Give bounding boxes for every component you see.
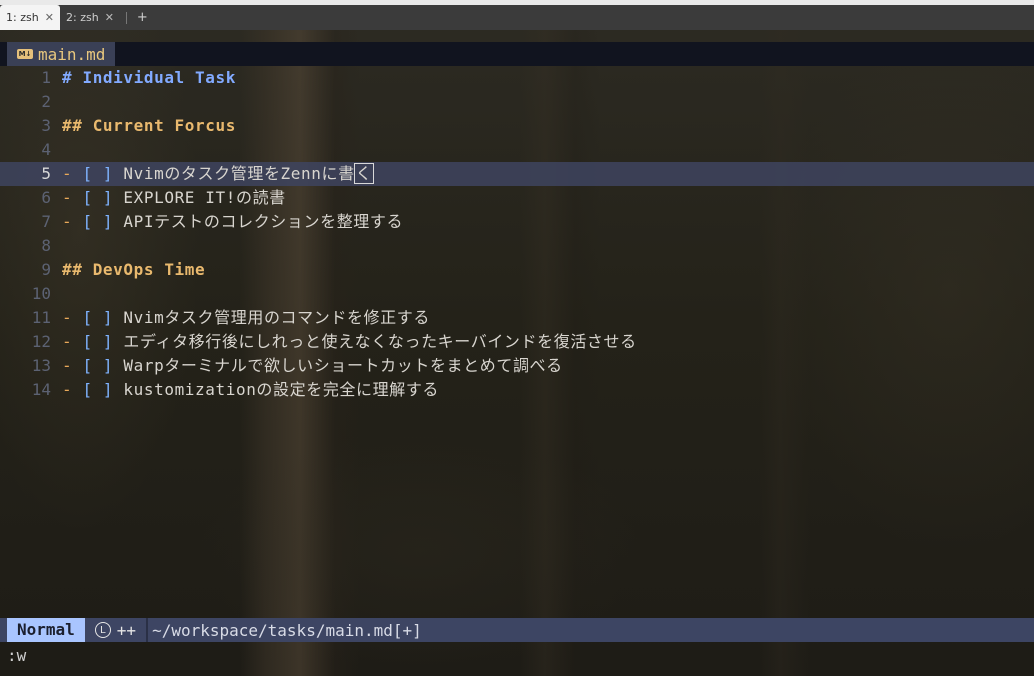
list-bullet: - [62, 188, 73, 207]
terminal-tab-label: 2: zsh [66, 11, 99, 24]
line-number: 11 [31, 308, 51, 327]
line-number: 9 [41, 260, 51, 279]
line-content: # Individual Task [62, 66, 236, 90]
new-tab-button[interactable]: + [133, 10, 152, 25]
line-content: - [ ] EXPLORE IT!の読書 [62, 186, 286, 210]
tab-divider [125, 11, 127, 24]
statusline: Normal L ++ ~/workspace/tasks/main.md[+] [0, 618, 1034, 642]
line-content: - [ ] Nvimのタスク管理をZennに書く [62, 162, 375, 186]
line-number: 8 [41, 236, 51, 255]
editor-line[interactable]: 3 ## Current Forcus [0, 114, 1034, 138]
line-number: 6 [41, 188, 51, 207]
buffer-tab-filename: main.md [38, 44, 106, 64]
editor-line[interactable]: 8 [0, 234, 1034, 258]
buffer-tab-main-md[interactable]: M↓ main.md [7, 42, 116, 66]
task-checkbox[interactable]: [ ] [82, 332, 113, 351]
terminal-tab-bar: 1: zsh ✕ 2: zsh ✕ + [0, 0, 1034, 30]
editor-area[interactable]: 1 # Individual Task 2 3 ## Current Forcus 4 5-… [0, 66, 1034, 402]
line-number: 2 [41, 92, 51, 111]
line-number: 5 [41, 164, 51, 183]
editor-line[interactable]: 9 ## DevOps Time [0, 258, 1034, 282]
task-checkbox[interactable]: [ ] [82, 380, 113, 399]
close-icon[interactable]: ✕ [45, 11, 54, 24]
editor-line[interactable]: 12- [ ] エディタ移行後にしれっと使えなくなったキーバインドを復活させる [0, 330, 1034, 354]
editor-line[interactable]: 7- [ ] APIテストのコレクションを整理する [0, 210, 1034, 234]
line-content: - [ ] Warpターミナルで欲しいショートカットをまとめて調べる [62, 354, 563, 378]
editor-line[interactable]: 11- [ ] Nvimタスク管理用のコマンドを修正する [0, 306, 1034, 330]
line-number: 4 [41, 140, 51, 159]
line-number: 12 [31, 332, 51, 351]
line-number: 10 [31, 284, 51, 303]
task-text: Nvimタスク管理用のコマンドを修正する [123, 308, 430, 327]
task-text: kustomizationの設定を完全に理解する [123, 380, 440, 399]
close-icon[interactable]: ✕ [105, 11, 114, 24]
editor-line[interactable]: 5- [ ] Nvimのタスク管理をZennに書く [0, 162, 1034, 186]
line-content: ## Current Forcus [62, 114, 236, 138]
line-number: 14 [31, 380, 51, 399]
terminal-tab-label: 1: zsh [6, 11, 39, 24]
editor-line[interactable]: 4 [0, 138, 1034, 162]
task-checkbox[interactable]: [ ] [82, 212, 113, 231]
terminal-tab-2[interactable]: 2: zsh ✕ [60, 5, 120, 30]
task-checkbox[interactable]: [ ] [82, 308, 113, 327]
task-text: EXPLORE IT!の読書 [123, 188, 286, 207]
list-bullet: - [62, 164, 73, 183]
task-checkbox[interactable]: [ ] [82, 356, 113, 375]
line-number: 3 [41, 116, 51, 135]
command-line[interactable]: :w [0, 644, 1034, 668]
editor-line[interactable]: 1 # Individual Task [0, 66, 1034, 90]
line-content: - [ ] APIテストのコレクションを整理する [62, 210, 403, 234]
line-content: - [ ] エディタ移行後にしれっと使えなくなったキーバインドを復活させる [62, 330, 637, 354]
task-text: エディタ移行後にしれっと使えなくなったキーバインドを復活させる [123, 332, 637, 351]
lsp-status-text: ++ [116, 620, 137, 640]
list-bullet: - [62, 332, 73, 351]
list-bullet: - [62, 380, 73, 399]
line-number: 1 [41, 68, 51, 87]
editor-line[interactable]: 10 [0, 282, 1034, 306]
markdown-icon: M↓ [17, 49, 33, 59]
task-text: Warpターミナルで欲しいショートカットをまとめて調べる [123, 356, 563, 375]
task-checkbox[interactable]: [ ] [82, 164, 113, 183]
file-path: ~/workspace/tasks/main.md[+] [152, 620, 422, 640]
task-text: APIテストのコレクションを整理する [123, 212, 404, 231]
heading-2: ## DevOps Time [62, 260, 206, 279]
statusline-divider [146, 618, 149, 642]
lsp-status: L ++ [85, 621, 146, 640]
terminal-tab-1[interactable]: 1: zsh ✕ [0, 5, 60, 30]
text-cursor: く [353, 163, 375, 184]
line-content: - [ ] kustomizationの設定を完全に理解する [62, 378, 439, 402]
task-checkbox[interactable]: [ ] [82, 188, 113, 207]
line-number: 7 [41, 212, 51, 231]
task-text: Nvimのタスク管理をZennに書 [123, 164, 355, 183]
editor-line[interactable]: 13- [ ] Warpターミナルで欲しいショートカットをまとめて調べる [0, 354, 1034, 378]
list-bullet: - [62, 356, 73, 375]
heading-1: # Individual Task [62, 68, 236, 87]
list-bullet: - [62, 212, 73, 231]
mode-indicator: Normal [7, 618, 85, 642]
line-content: ## DevOps Time [62, 258, 205, 282]
line-number: 13 [31, 356, 51, 375]
heading-2: ## Current Forcus [62, 116, 236, 135]
editor-line[interactable]: 2 [0, 90, 1034, 114]
list-bullet: - [62, 308, 73, 327]
editor-line[interactable]: 6- [ ] EXPLORE IT!の読書 [0, 186, 1034, 210]
lsp-icon: L [94, 622, 111, 638]
editor-line[interactable]: 14- [ ] kustomizationの設定を完全に理解する [0, 378, 1034, 402]
buffer-line: M↓ main.md [0, 42, 1034, 66]
line-content: - [ ] Nvimタスク管理用のコマンドを修正する [62, 306, 430, 330]
